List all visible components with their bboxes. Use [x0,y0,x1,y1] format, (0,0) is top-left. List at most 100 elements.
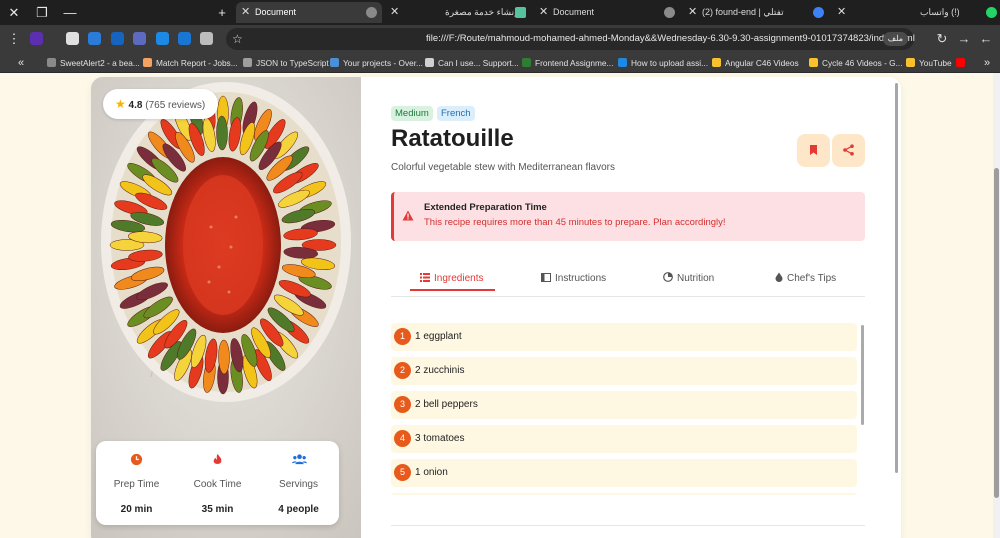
page-scrollbar[interactable] [993,73,1000,538]
globe-icon [366,7,377,18]
bookmark-item[interactable]: Cycle 46 Videos - G... [809,53,903,73]
list-item: 5 1 onion [391,459,857,487]
bookmark-item[interactable]: Your projects - Over... [330,53,423,73]
bookmark-star-icon[interactable]: ☆ [232,28,243,50]
bookmark-item[interactable]: Match Report - Jobs... [143,53,238,73]
extension-icon[interactable] [178,32,191,45]
extension-icon[interactable] [66,32,79,45]
globe-icon [47,58,56,67]
forward-icon[interactable]: → [956,31,972,46]
all-bookmarks-icon[interactable]: « [18,53,24,73]
extension-icon[interactable] [111,32,124,45]
browser-tab[interactable]: ✕ (2) found-end | تفتلي [683,2,829,23]
share-button[interactable] [832,134,865,167]
ingredient-text: 1 onion [415,467,448,478]
star-icon: ★ [115,97,126,111]
tab-chefs-tips[interactable]: Chef's Tips [775,269,836,297]
ingredients-scrollbar[interactable] [861,317,865,497]
bookmarks-bar: « SweetAlert2 - a bea... Match Report - … [0,53,1000,73]
ingredients-list: 1 1 eggplant 2 2 zucchinis 3 2 bell pepp… [391,323,859,495]
list-item: 3 2 bell peppers [391,391,857,419]
bookmarks-overflow-icon[interactable]: » [984,53,990,73]
ingredient-text: 2 zucchinis [415,365,465,376]
scrollbar-thumb[interactable] [895,83,898,473]
scrollbar-thumb[interactable] [994,168,999,498]
vegetable-slice [216,115,228,151]
ingredient-number: 3 [394,396,411,413]
extension-icon[interactable] [88,32,101,45]
bookmark-item[interactable]: YouTube [906,53,969,73]
recipe-details: Medium French Ratatouille Colorful veget… [391,77,901,538]
warning-icon [402,210,414,221]
menu-icon[interactable]: ⋮ [4,29,24,49]
close-tab-icon[interactable]: ✕ [241,2,250,23]
ingredient-number: 1 [394,328,411,345]
site-icon [618,58,627,67]
site-logo-icon [813,7,824,18]
page-viewport: ★ 4.8 (765 reviews) Prep Time 20 min Coo… [0,73,1000,538]
close-tab-icon[interactable]: ✕ [688,2,697,23]
recipe-title: Ratatouille [391,125,514,152]
droplet-icon [775,272,783,282]
ingredient-text: 3 tomatoes [415,433,465,444]
clock-icon [130,453,143,466]
vegetable-slice [218,339,230,375]
bookmark-item[interactable]: JSON to TypeScript [243,53,329,73]
card-scrollbar[interactable] [895,83,899,473]
bookmark-item[interactable]: Can I use... Support... [425,53,519,73]
extension-icon[interactable] [133,32,146,45]
difficulty-badge: Medium [391,106,433,121]
restore-window-icon[interactable]: ❐ [32,3,52,23]
recipe-tabs: Ingredients Instructions Nutrition Chef'… [391,269,865,297]
scrollbar-thumb[interactable] [861,325,864,425]
close-tab-icon[interactable]: ✕ [390,2,399,23]
close-tab-icon[interactable]: ✕ [539,2,548,23]
bookmark-item[interactable]: Angular C46 Videos [712,53,799,73]
bookmark-icon [810,145,817,155]
list-icon [420,273,430,282]
close-window-icon[interactable]: ✕ [4,3,24,23]
ingredient-number: 5 [394,464,411,481]
prep-time-alert: Extended Preparation Time This recipe re… [391,192,865,241]
list-item: 2 2 zucchinis [391,357,857,385]
bookmark-item[interactable]: SweetAlert2 - a bea... [47,53,140,73]
recipe-image: ★ 4.8 (765 reviews) Prep Time 20 min Coo… [91,77,361,538]
address-bar[interactable]: ☆ file:///F:/Route/mahmoud-mohamed-ahmed… [226,28,915,50]
tab-ingredients[interactable]: Ingredients [409,269,497,297]
youtube-icon [955,58,965,67]
browser-tab-strip: ✕ ❐ — + ✕ Document ✕ إنشاء خدمة مصغرة ✕ … [0,0,1000,25]
recipe-subtitle: Colorful vegetable stew with Mediterrane… [391,162,615,173]
recipe-card: ★ 4.8 (765 reviews) Prep Time 20 min Coo… [91,77,901,538]
back-icon[interactable]: ← [978,31,994,46]
site-icon [330,58,339,67]
drive-icon [906,58,915,67]
site-icon [143,58,152,67]
new-tab-button[interactable]: + [212,3,232,23]
minimize-window-icon[interactable]: — [60,3,80,23]
extension-icon[interactable] [30,32,43,45]
browser-tab-active[interactable]: ✕ Document [236,2,382,23]
pen-icon[interactable] [200,32,213,45]
reload-icon[interactable]: ↻ [934,31,950,47]
tab-instructions[interactable]: Instructions [541,269,606,297]
ingredient-number: 4 [394,430,411,447]
tab-nutrition[interactable]: Nutrition [663,269,714,297]
close-tab-icon[interactable]: ✕ [837,2,846,23]
browser-tab[interactable]: ✕ واتساب (!) [832,2,998,23]
cuisine-badge: French [437,106,475,121]
rating-pill: ★ 4.8 (765 reviews) [103,89,218,119]
extension-icon[interactable] [156,32,169,45]
drive-icon [712,58,721,67]
recipe-stats: Prep Time 20 min Cook Time 35 min Servin… [96,441,339,525]
bookmark-button[interactable] [797,134,830,167]
bookmark-item[interactable]: Frontend Assignme... [522,53,613,73]
share-icon [843,144,854,156]
site-icon [522,58,531,67]
browser-tab[interactable]: ✕ Document [534,2,680,23]
divider [391,525,865,526]
pie-chart-icon [663,272,673,282]
bookmark-item[interactable]: How to upload assi... [618,53,708,73]
browser-tab[interactable]: ✕ إنشاء خدمة مصغرة [385,2,531,23]
book-icon [541,273,551,282]
ingredient-text: 2 bell peppers [415,399,478,410]
